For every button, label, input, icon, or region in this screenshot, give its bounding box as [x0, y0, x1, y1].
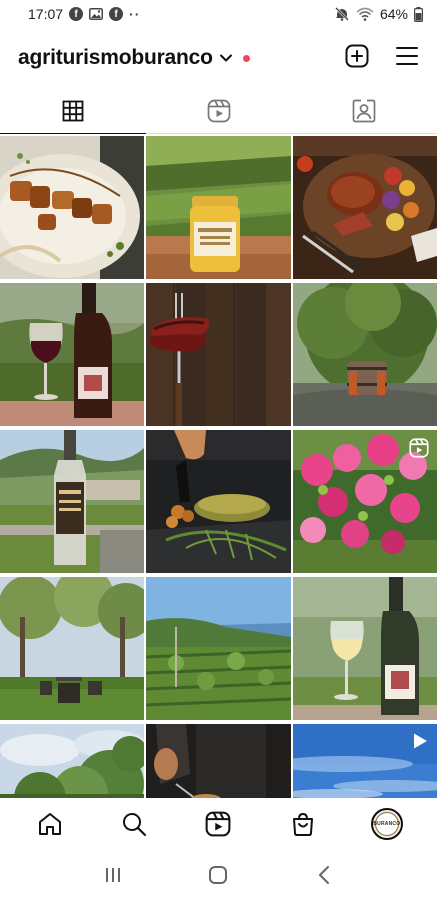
facebook-icon: f	[109, 7, 124, 21]
more-notifications-icon: ··	[129, 6, 141, 22]
grid-post-steak-platter[interactable]	[293, 136, 437, 279]
reel-indicator-icon	[409, 438, 429, 463]
system-back-button[interactable]	[304, 855, 344, 895]
reels-icon	[207, 99, 230, 122]
grid-post-pink-geraniums[interactable]	[293, 430, 437, 573]
hamburger-icon	[396, 46, 418, 65]
video-indicator-icon	[411, 732, 429, 755]
tab-posts-grid[interactable]	[0, 88, 146, 134]
posts-grid	[0, 136, 437, 798]
mute-icon	[334, 6, 350, 22]
back-icon	[319, 866, 330, 884]
grid-post-tree-sky[interactable]	[0, 724, 144, 798]
reels-icon	[206, 811, 231, 837]
grid-post-white-wine[interactable]	[293, 577, 437, 720]
profile-tabs	[0, 88, 437, 134]
tab-reels[interactable]	[146, 88, 292, 133]
grid-icon	[62, 100, 84, 121]
notification-dot	[242, 54, 250, 62]
nav-home-button[interactable]	[26, 802, 74, 846]
nav-reels-button[interactable]	[194, 802, 242, 846]
home-circle-icon	[209, 866, 228, 884]
grid-post-honey-jar[interactable]	[146, 136, 291, 279]
battery-icon	[414, 6, 423, 22]
status-bar: 17:07 f f ·· 64%	[0, 0, 437, 28]
bottom-navigation: BURANCO	[0, 798, 437, 850]
grid-post-plated-dish[interactable]	[146, 430, 291, 573]
nav-profile-button[interactable]: BURANCO	[363, 802, 411, 846]
avatar-logo: BURANCO	[373, 812, 400, 836]
chevron-down-icon[interactable]	[219, 53, 233, 63]
battery-percent: 64%	[379, 6, 408, 22]
grid-post-chicken-skewers[interactable]	[0, 136, 144, 279]
grid-post-blue-sky[interactable]	[293, 724, 437, 798]
status-time: 17:07	[28, 6, 64, 22]
system-navigation	[0, 850, 437, 900]
nav-search-button[interactable]	[110, 802, 158, 846]
grid-post-red-wine[interactable]	[0, 283, 144, 426]
grid-post-olive-grove[interactable]	[0, 577, 144, 720]
nav-shop-button[interactable]	[279, 802, 327, 846]
system-home-button[interactable]	[198, 855, 238, 895]
menu-button[interactable]	[395, 45, 419, 72]
profile-avatar: BURANCO	[370, 808, 403, 840]
grid-post-chef[interactable]	[146, 724, 291, 798]
plus-square-icon	[345, 44, 369, 67]
account-username[interactable]: agriturismoburanco	[18, 46, 213, 70]
recent-apps-icon	[105, 868, 120, 882]
home-icon	[39, 813, 62, 835]
recent-apps-button[interactable]	[93, 855, 133, 895]
profile-header: agriturismoburanco	[0, 36, 437, 80]
create-post-button[interactable]	[345, 44, 369, 73]
tagged-user-icon	[352, 99, 376, 122]
grid-post-vineyard-sea[interactable]	[146, 577, 291, 720]
shop-icon	[292, 812, 313, 836]
grid-post-grappa-bottle[interactable]	[0, 430, 144, 573]
tab-tagged[interactable]	[291, 88, 437, 133]
gallery-icon	[89, 8, 104, 20]
grid-post-barrel-seat[interactable]	[293, 283, 437, 426]
search-icon	[123, 813, 147, 837]
facebook-icon: f	[69, 7, 84, 21]
wifi-icon	[356, 7, 374, 21]
grid-post-steak-fork[interactable]	[146, 283, 291, 426]
